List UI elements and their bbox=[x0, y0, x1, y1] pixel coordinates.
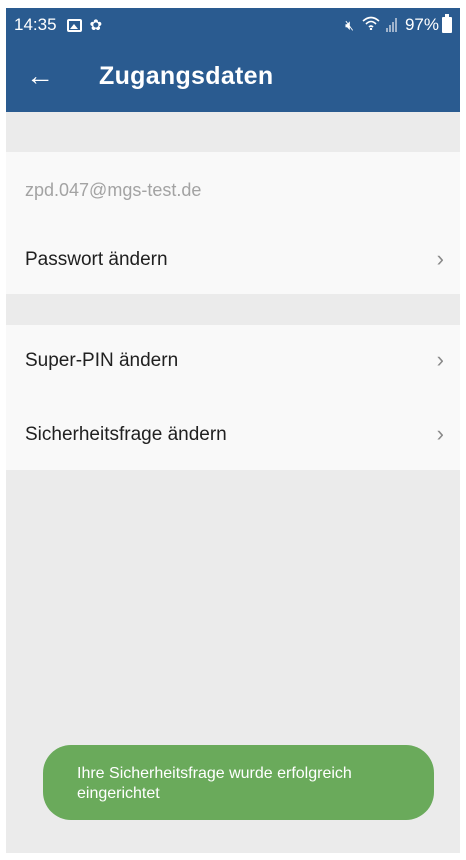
security-card: Super-PIN ändern › Sicherheitsfrage ände… bbox=[6, 325, 460, 470]
change-super-pin-row[interactable]: Super-PIN ändern › bbox=[6, 333, 460, 389]
change-password-row[interactable]: Passwort ändern › bbox=[6, 232, 460, 288]
chevron-right-icon: › bbox=[436, 347, 444, 372]
success-toast: Ihre Sicherheitsfrage wurde erfolgreich … bbox=[43, 745, 434, 820]
status-bar: 14:35 ✿ 🔇︎ 97% bbox=[6, 8, 460, 40]
image-icon bbox=[66, 18, 82, 32]
back-arrow-icon[interactable]: ← bbox=[22, 58, 58, 94]
app-notification-icon: ✿ bbox=[89, 17, 103, 34]
status-time: 14:35 bbox=[14, 15, 57, 34]
change-security-question-label: Sicherheitsfrage ändern bbox=[25, 424, 227, 445]
page-title: Zugangsdaten bbox=[99, 62, 274, 90]
change-super-pin-label: Super-PIN ändern bbox=[25, 350, 179, 371]
chevron-right-icon: › bbox=[436, 246, 444, 271]
battery-percent: 97% bbox=[404, 15, 439, 34]
toolbar: ← Zugangsdaten bbox=[6, 40, 460, 112]
screen: 14:35 ✿ 🔇︎ 97% ← Zugangsdaten zpd.047@mg… bbox=[6, 8, 460, 853]
status-bar-left: 14:35 ✿ bbox=[14, 15, 102, 35]
account-card: zpd.047@mgs-test.de Passwort ändern › bbox=[6, 152, 460, 294]
change-password-label: Passwort ändern bbox=[25, 249, 168, 270]
mute-icon: 🔇︎ bbox=[345, 16, 354, 33]
battery-icon bbox=[442, 14, 452, 33]
chevron-right-icon: › bbox=[436, 421, 444, 446]
toast-message: Ihre Sicherheitsfrage wurde erfolgreich … bbox=[77, 765, 352, 802]
change-security-question-row[interactable]: Sicherheitsfrage ändern › bbox=[6, 407, 460, 463]
signal-icon bbox=[385, 18, 397, 32]
status-bar-right: 🔇︎ 97% bbox=[337, 14, 452, 35]
account-email: zpd.047@mgs-test.de bbox=[25, 180, 202, 200]
wifi-icon bbox=[362, 15, 380, 35]
